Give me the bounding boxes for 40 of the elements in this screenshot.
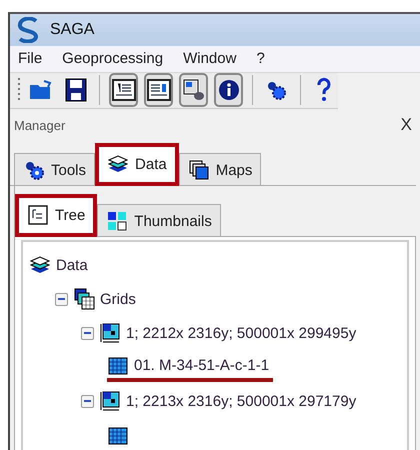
grid-system-icon xyxy=(99,322,121,344)
collapse-toggle[interactable] xyxy=(81,394,94,408)
gears-icon xyxy=(23,159,45,181)
tree-item[interactable]: 1; 2212x 2316y; 500001x 299495y xyxy=(126,324,356,342)
app-logo-icon xyxy=(16,17,40,43)
menu-item[interactable]: File xyxy=(18,50,42,68)
thumbnails-icon xyxy=(106,210,128,232)
windows-icon xyxy=(188,159,210,181)
close-button[interactable]: X xyxy=(400,115,412,135)
data-source-button[interactable] xyxy=(179,73,208,108)
grid-icon xyxy=(107,354,129,376)
minus-icon xyxy=(84,332,91,334)
tree-view-button[interactable] xyxy=(109,73,138,108)
tree-item[interactable]: 1; 2213x 2316y; 500001x 297179y xyxy=(126,392,356,410)
collapse-toggle[interactable] xyxy=(81,326,94,340)
minus-icon xyxy=(58,298,65,300)
layers-icon xyxy=(107,153,130,175)
tab[interactable]: Data xyxy=(95,143,179,186)
info-button[interactable] xyxy=(214,73,244,108)
layers-icon xyxy=(29,254,51,276)
tree-item[interactable]: 01. M-34-51-A-c-1-1 xyxy=(134,357,270,374)
grid-icon xyxy=(107,424,129,446)
tree-item[interactable]: Data xyxy=(56,256,88,274)
tab[interactable]: Thumbnails xyxy=(97,204,221,236)
menu-item[interactable]: ? xyxy=(256,50,265,68)
help-icon xyxy=(316,77,332,104)
tree-item[interactable]: Grids xyxy=(100,290,136,308)
tab[interactable]: Tools xyxy=(14,153,96,185)
menu-item[interactable]: Geoprocessing xyxy=(62,50,164,68)
tab[interactable]: Tree xyxy=(15,194,98,237)
minus-icon xyxy=(84,400,91,402)
tab[interactable]: Maps xyxy=(178,153,262,185)
grid-stack-icon xyxy=(73,288,95,310)
tree-list-icon xyxy=(27,204,49,226)
window-title: SAGA xyxy=(50,21,94,39)
menu-item[interactable]: Window xyxy=(183,50,236,68)
panel-title: Manager xyxy=(14,118,66,132)
collapse-toggle[interactable] xyxy=(55,292,68,306)
grid-system-icon xyxy=(99,390,121,412)
properties-button[interactable] xyxy=(144,73,174,108)
